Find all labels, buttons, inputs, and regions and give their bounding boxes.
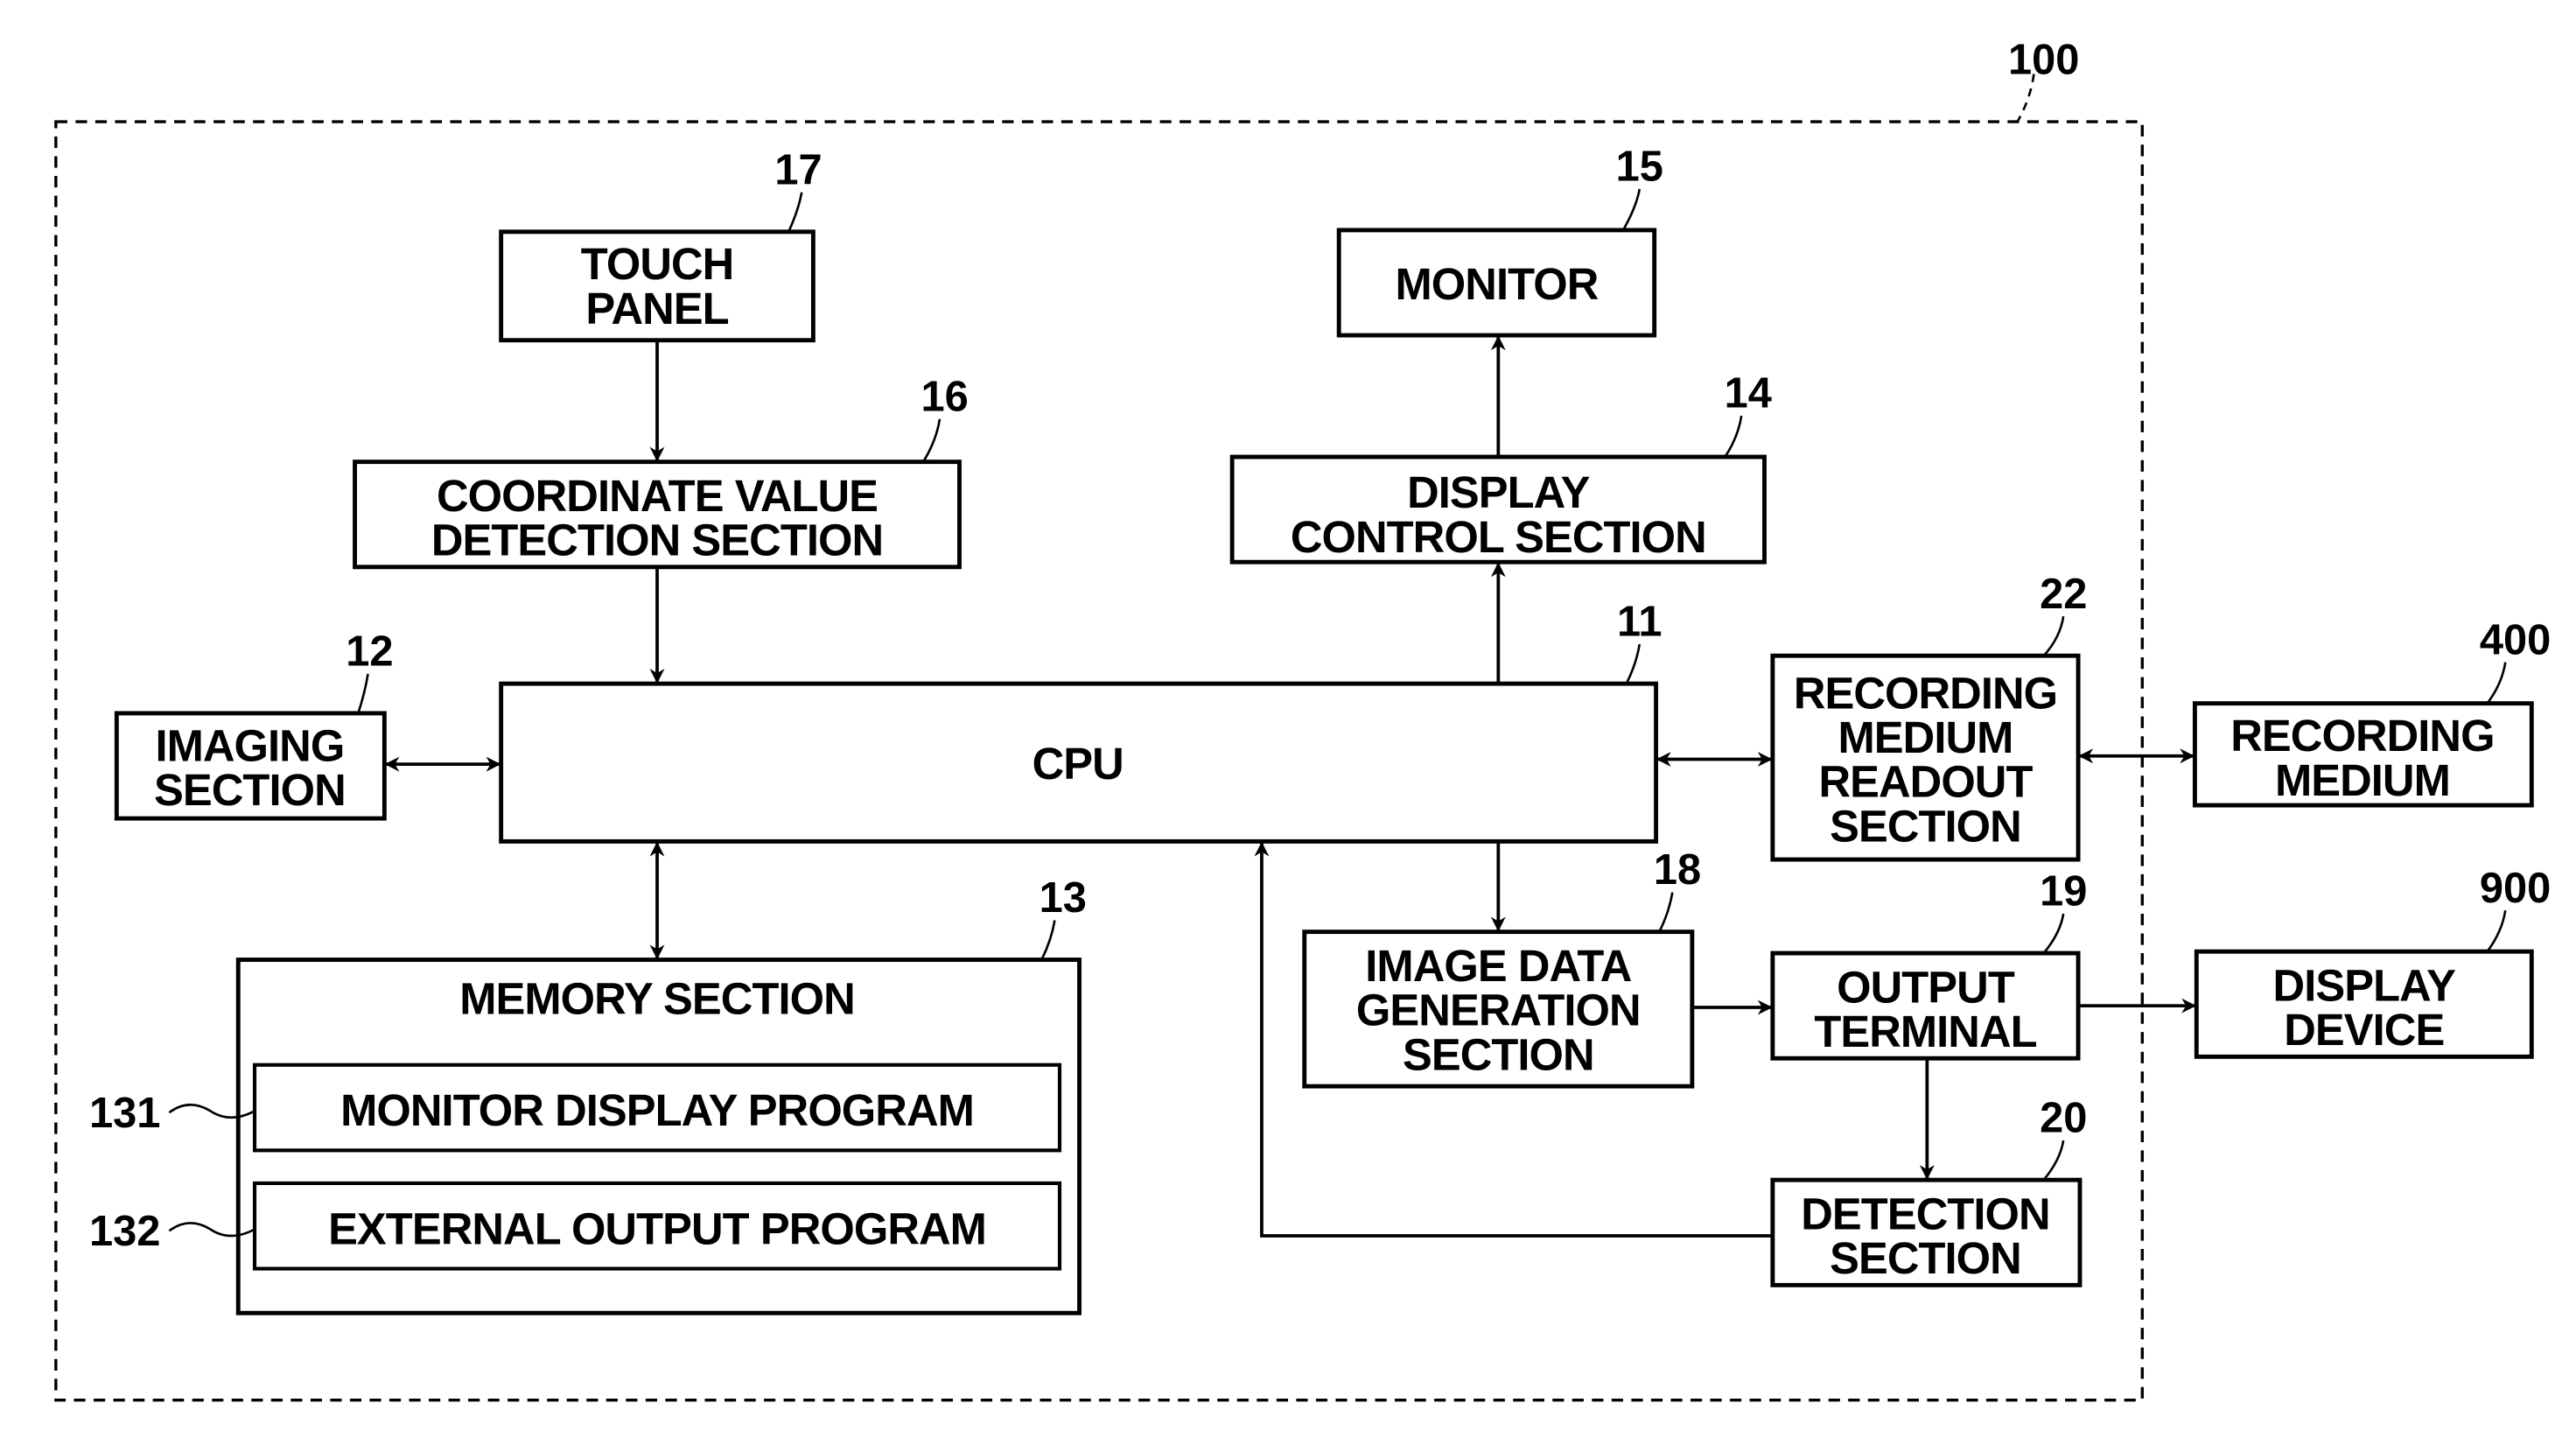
ref-monitor-program: 131 [89, 1090, 160, 1137]
coordinate-label-1: COORDINATE VALUE [437, 471, 878, 521]
touch-panel-label-1: TOUCH [581, 239, 734, 289]
image-data-label-1: IMAGE DATA [1365, 941, 1631, 991]
touch-panel-label-2: PANEL [585, 284, 728, 333]
detection-label-2: SECTION [1830, 1233, 2021, 1283]
display-device-block: DISPLAY DEVICE 900 [2194, 865, 2551, 1059]
display-control-block: DISPLAY CONTROL SECTION 14 [1229, 370, 1772, 565]
external-output-program-label: EXTERNAL OUTPUT PROGRAM [328, 1203, 986, 1253]
readout-block: RECORDING MEDIUM READOUT SECTION 22 [1770, 571, 2087, 862]
monitor-label: MONITOR [1396, 259, 1599, 309]
ref-display-control: 14 [1725, 370, 1772, 417]
ref-recording-medium: 400 [2480, 616, 2551, 663]
ref-system: 100 [2008, 37, 2079, 84]
readout-label-1: RECORDING [1794, 668, 2057, 718]
monitor-display-program-label: MONITOR DISPLAY PROGRAM [340, 1085, 974, 1135]
readout-label-4: SECTION [1830, 801, 2021, 851]
cpu-block: CPU 11 [499, 599, 1662, 844]
ref-cpu: 11 [1617, 599, 1662, 646]
detection-label-1: DETECTION [1801, 1189, 2049, 1238]
touch-panel-block: TOUCH PANEL 17 [499, 146, 822, 343]
output-terminal-label-1: OUTPUT [1837, 962, 2015, 1012]
block-diagram: 100 TOUCH PANEL 17 COORDINATE VALUE DETE… [54, 37, 2551, 1402]
imaging-block: IMAGING SECTION 12 [114, 628, 394, 821]
monitor-display-program-block: MONITOR DISPLAY PROGRAM 131 [89, 1063, 1062, 1153]
image-data-block: IMAGE DATA GENERATION SECTION 18 [1302, 846, 1701, 1089]
ref-detection: 20 [2040, 1095, 2087, 1142]
cpu-label: CPU [1032, 739, 1124, 789]
display-control-label-1: DISPLAY [1407, 467, 1590, 517]
recording-medium-block: RECORDING MEDIUM 400 [2192, 616, 2551, 808]
readout-label-3: READOUT [1818, 757, 2033, 807]
imaging-label-2: SECTION [154, 765, 346, 815]
imaging-label-1: IMAGING [155, 720, 344, 770]
display-device-label-2: DEVICE [2284, 1005, 2444, 1055]
detection-block: DETECTION SECTION 20 [1770, 1095, 2087, 1287]
coordinate-label-2: DETECTION SECTION [431, 516, 883, 565]
display-device-label-1: DISPLAY [2273, 961, 2456, 1011]
recording-medium-label-2: MEDIUM [2275, 755, 2450, 805]
recording-medium-label-1: RECORDING [2230, 711, 2494, 761]
readout-label-2: MEDIUM [1838, 712, 2013, 762]
ref-touch-panel: 17 [774, 146, 822, 193]
ref-display-device: 900 [2480, 865, 2551, 912]
memory-block: MEMORY SECTION 13 MONITOR DISPLAY PROGRA… [89, 874, 1087, 1315]
ref-image-data: 18 [1654, 846, 1701, 894]
ref-external-program: 132 [89, 1208, 160, 1255]
ref-output-terminal: 19 [2040, 868, 2087, 915]
ref-memory: 13 [1040, 874, 1087, 922]
memory-label: MEMORY SECTION [459, 974, 855, 1024]
external-output-program-block: EXTERNAL OUTPUT PROGRAM 132 [89, 1181, 1062, 1271]
monitor-block: MONITOR 15 [1336, 144, 1663, 338]
ref-monitor: 15 [1616, 144, 1663, 191]
ref-imaging: 12 [346, 628, 393, 675]
display-control-label-2: CONTROL SECTION [1291, 512, 1706, 562]
image-data-label-2: GENERATION [1356, 986, 1641, 1035]
ref-coordinate: 16 [920, 373, 968, 420]
coordinate-detection-block: COORDINATE VALUE DETECTION SECTION 16 [353, 373, 969, 570]
output-terminal-label-2: TERMINAL [1814, 1007, 2036, 1056]
ref-readout: 22 [2040, 571, 2087, 618]
output-terminal-block: OUTPUT TERMINAL 19 [1770, 868, 2087, 1061]
image-data-label-3: SECTION [1403, 1029, 1594, 1079]
